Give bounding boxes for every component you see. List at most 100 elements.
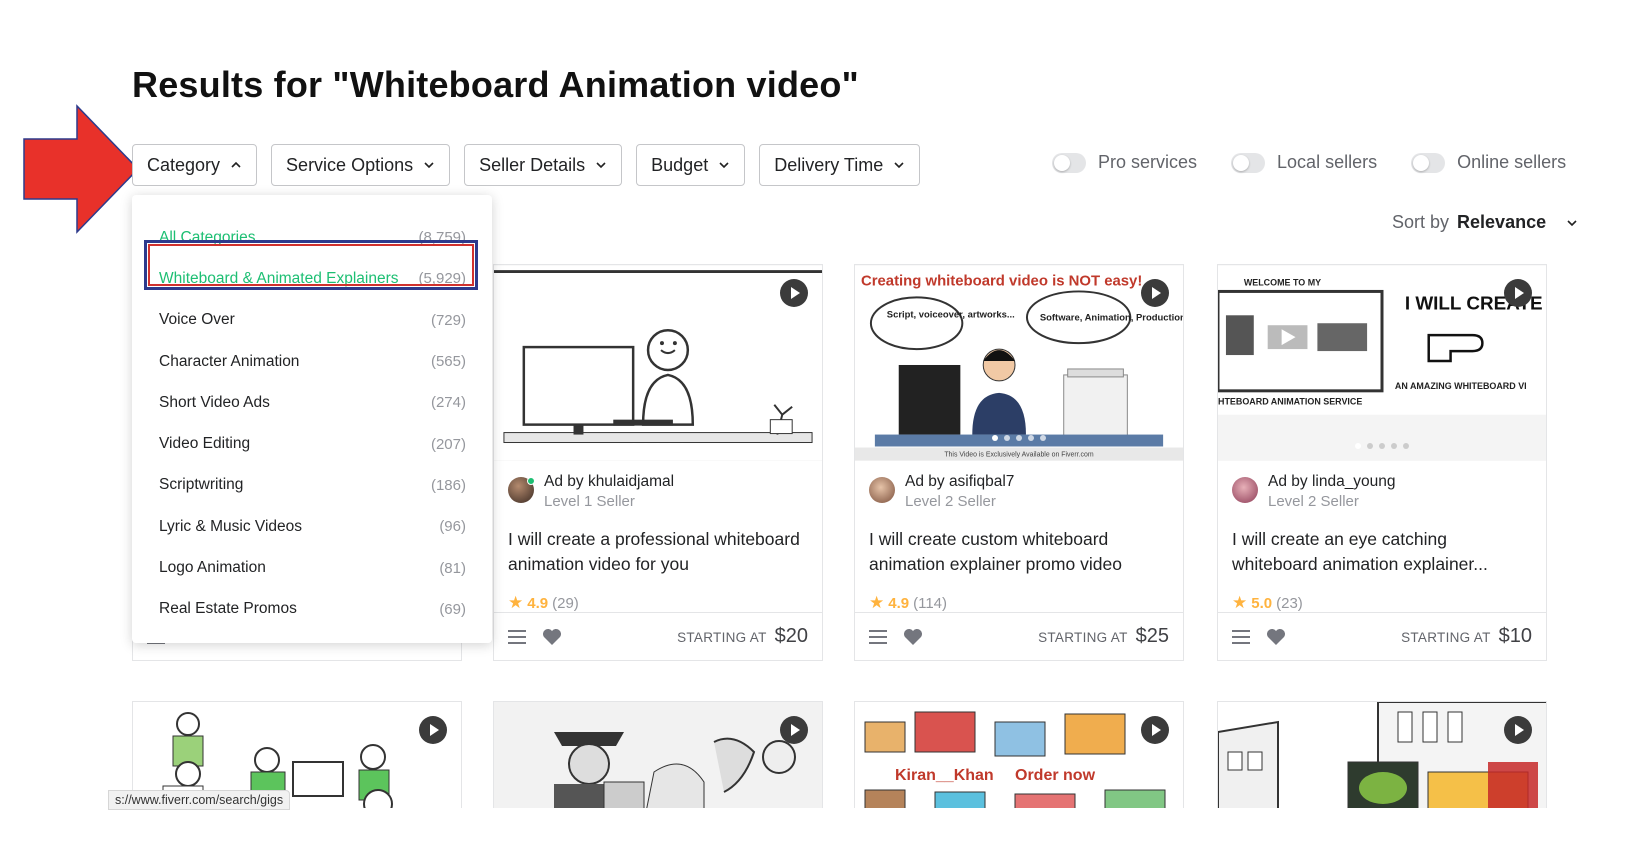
category-item-all[interactable]: All Categories (8,759)	[132, 217, 492, 258]
category-item-label: Short Video Ads	[159, 393, 270, 411]
carousel-dots[interactable]	[631, 443, 685, 449]
online-sellers-toggle[interactable]: Online sellers	[1411, 152, 1566, 173]
gig-rating: ★ 4.9 (29)	[508, 593, 579, 613]
category-item-real-estate[interactable]: Real Estate Promos (69)	[132, 589, 492, 630]
toggle-switch[interactable]	[1052, 152, 1086, 173]
thumb-label-right: Order now	[1015, 767, 1096, 784]
category-item-scriptwriting[interactable]: Scriptwriting (186)	[132, 465, 492, 506]
gig-thumbnail[interactable]: WELCOME TO MY HTEBOARD ANIMATION SERVICE…	[1218, 265, 1546, 461]
toggle-switch[interactable]	[1411, 152, 1446, 173]
gig-price: STARTING AT $10	[1401, 625, 1532, 648]
gig-card[interactable]: Creating whiteboard video is NOT easy! S…	[854, 264, 1184, 661]
category-item-character-animation[interactable]: Character Animation (565)	[132, 341, 492, 382]
gig-price: STARTING AT $25	[1038, 625, 1169, 648]
seller-details-filter-button[interactable]: Seller Details	[464, 144, 623, 186]
category-filter-label: Category	[147, 154, 221, 175]
toggle-group: Pro services Local sellers Online seller…	[1052, 152, 1566, 173]
price-value: $20	[774, 625, 808, 647]
avatar[interactable]	[869, 477, 895, 503]
price-label: STARTING AT	[1401, 630, 1491, 645]
category-item-count: (81)	[439, 559, 466, 577]
play-icon[interactable]	[1141, 716, 1169, 744]
heart-icon[interactable]	[542, 628, 562, 646]
category-item-short-video-ads[interactable]: Short Video Ads (274)	[132, 382, 492, 423]
seller-details-filter-label: Seller Details	[479, 154, 586, 175]
price-value: $25	[1135, 625, 1169, 647]
category-item-voice-over[interactable]: Voice Over (729)	[132, 300, 492, 341]
gig-title-link[interactable]: I will create an eye catching whiteboard…	[1232, 527, 1532, 577]
online-indicator	[527, 477, 535, 485]
thumb-label-left: Kiran__Khan	[895, 767, 994, 784]
play-icon[interactable]	[419, 716, 447, 744]
whiteboard-illustration: Creating whiteboard video is NOT easy! S…	[855, 265, 1183, 461]
heart-icon[interactable]	[1266, 628, 1286, 646]
review-count: (23)	[1276, 594, 1303, 612]
gig-card[interactable]: WELCOME TO MY HTEBOARD ANIMATION SERVICE…	[1217, 264, 1547, 661]
category-item-label: Voice Over	[159, 311, 235, 329]
sort-dropdown[interactable]: Sort by Relevance	[1392, 212, 1578, 233]
toggle-switch[interactable]	[1231, 152, 1266, 173]
category-item-logo-animation[interactable]: Logo Animation (81)	[132, 547, 492, 588]
menu-icon[interactable]	[508, 629, 526, 644]
avatar[interactable]	[508, 477, 535, 503]
play-icon[interactable]	[1141, 279, 1169, 307]
thumb-sub: AN AMAZING WHITEBOARD VI	[1395, 381, 1527, 391]
carousel-dots[interactable]	[1355, 443, 1409, 449]
play-icon[interactable]	[1504, 279, 1532, 307]
category-item-label: Scriptwriting	[159, 476, 244, 494]
category-item-count: (96)	[439, 518, 466, 536]
chevron-down-icon	[719, 162, 729, 169]
delivery-time-filter-button[interactable]: Delivery Time	[759, 144, 921, 186]
thumb-service: HTEBOARD ANIMATION SERVICE	[1218, 397, 1362, 407]
category-item-label: Logo Animation	[159, 559, 266, 577]
category-item-whiteboard[interactable]: Whiteboard & Animated Explainers (5,929)	[132, 258, 492, 299]
category-dropdown: All Categories (8,759) Whiteboard & Anim…	[132, 195, 492, 643]
gig-card[interactable]: Ad by khulaidjamal Level 1 Seller I will…	[493, 264, 823, 661]
seller-info: Ad by linda_young Level 2 Seller	[1232, 473, 1396, 510]
toggle-label: Local sellers	[1277, 152, 1378, 172]
gig-thumbnail[interactable]: Creating whiteboard video is NOT easy! S…	[855, 265, 1183, 461]
review-count: (114)	[913, 594, 948, 612]
gig-card[interactable]	[493, 701, 823, 821]
service-options-filter-button[interactable]: Service Options	[271, 144, 451, 186]
category-item-lyric-music[interactable]: Lyric & Music Videos (96)	[132, 506, 492, 547]
category-item-video-editing[interactable]: Video Editing (207)	[132, 423, 492, 464]
page-title: Results for "Whiteboard Animation video"	[132, 64, 859, 105]
review-count: (29)	[552, 594, 579, 612]
play-icon[interactable]	[780, 279, 808, 307]
category-item-count: (8,759)	[418, 229, 466, 247]
menu-icon[interactable]	[869, 629, 887, 644]
carousel-dots[interactable]	[992, 435, 1046, 441]
gig-title-link[interactable]: I will create custom whiteboard animatio…	[869, 527, 1169, 577]
pro-services-toggle[interactable]: Pro services	[1052, 152, 1197, 173]
gig-title-link[interactable]: I will create a professional whiteboard …	[508, 527, 808, 577]
thumb-welcome: WELCOME TO MY	[1244, 277, 1321, 287]
budget-filter-button[interactable]: Budget	[636, 144, 746, 186]
gig-price: STARTING AT $20	[677, 625, 808, 648]
chevron-down-icon	[424, 162, 434, 169]
gig-thumbnail[interactable]	[494, 265, 822, 461]
play-icon[interactable]	[1504, 716, 1532, 744]
heart-icon[interactable]	[903, 628, 923, 646]
local-sellers-toggle[interactable]: Local sellers	[1231, 152, 1377, 173]
service-options-filter-label: Service Options	[286, 154, 414, 175]
category-item-label: All Categories	[159, 228, 256, 246]
category-item-count: (5,929)	[418, 270, 466, 288]
category-item-count: (729)	[430, 311, 466, 329]
thumb-bubble-2: Software, Animation, Production...	[1040, 312, 1183, 323]
play-icon[interactable]	[780, 716, 808, 744]
whiteboard-illustration: WELCOME TO MY HTEBOARD ANIMATION SERVICE…	[1218, 265, 1546, 461]
seller-name[interactable]: Ad by khulaidjamal	[544, 473, 674, 491]
whiteboard-illustration	[494, 265, 822, 461]
sort-value: Relevance	[1457, 212, 1547, 232]
category-filter-button[interactable]: Category	[132, 144, 258, 186]
delivery-time-filter-label: Delivery Time	[774, 154, 884, 175]
avatar[interactable]	[1232, 477, 1258, 503]
seller-name[interactable]: Ad by linda_young	[1268, 473, 1396, 491]
whiteboard-illustration	[1218, 702, 1546, 821]
gig-card[interactable]	[1217, 701, 1547, 821]
rating-score: 5.0	[1251, 594, 1273, 612]
seller-name[interactable]: Ad by asifiqbal7	[905, 473, 1014, 491]
menu-icon[interactable]	[1232, 629, 1250, 644]
gig-card[interactable]: Kiran__Khan Order now	[854, 701, 1184, 821]
